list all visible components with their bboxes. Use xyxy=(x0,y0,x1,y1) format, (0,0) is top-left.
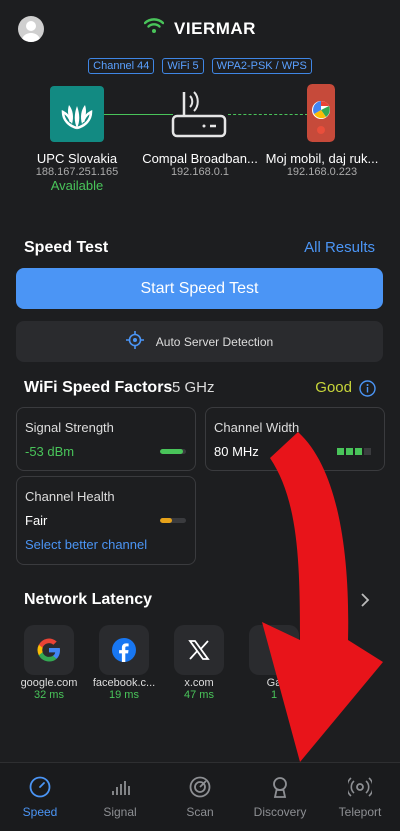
speedometer-icon xyxy=(29,776,51,798)
red-arrow-overlay xyxy=(262,432,383,762)
nav-speed[interactable]: Speed xyxy=(0,763,80,831)
nav-discovery[interactable]: Discovery xyxy=(240,763,320,831)
nav-teleport[interactable]: Teleport xyxy=(320,763,400,831)
radar-icon xyxy=(189,776,211,798)
discovery-icon xyxy=(273,777,287,798)
bottom-nav: Speed Signal Scan Discovery Teleport xyxy=(0,762,400,831)
nav-speed-label: Speed xyxy=(22,805,58,819)
nav-signal-label: Signal xyxy=(103,805,137,819)
nav-discovery-label: Discovery xyxy=(253,805,307,819)
nav-teleport-label: Teleport xyxy=(338,805,382,819)
nav-signal[interactable]: Signal xyxy=(80,763,160,831)
nav-scan[interactable]: Scan xyxy=(160,763,240,831)
nav-scan-label: Scan xyxy=(186,805,214,819)
signal-bars-icon xyxy=(112,781,130,795)
teleport-icon xyxy=(348,777,372,797)
